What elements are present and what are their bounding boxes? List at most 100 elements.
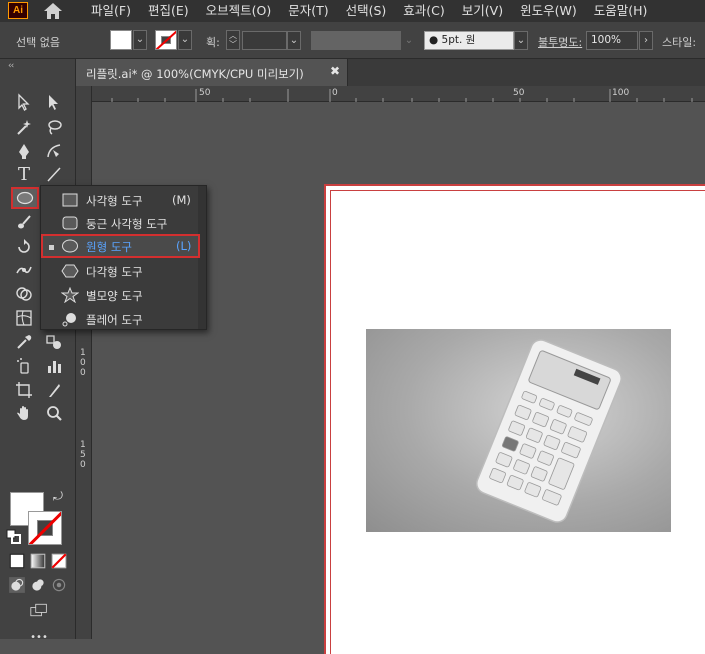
flyout-item-star[interactable]: 별모양 도구 [41,283,200,307]
direct-selection-tool-icon[interactable] [42,91,66,113]
eyedropper-icon[interactable] [12,331,36,353]
flyout-item-label: 사각형 도구 [86,194,143,208]
document-tab[interactable]: 리플릿.ai* @ 100%(CMYK/CPU 미리보기) ✖ [76,59,348,86]
vertical-ruler[interactable]: 5 0 1 0 0 1 5 0 [76,86,92,639]
opacity-field[interactable]: 100% [586,31,638,50]
line-tool-icon[interactable] [42,163,66,185]
app-logo: Ai [8,2,28,19]
symbol-sprayer-icon[interactable] [12,355,36,377]
menu-window[interactable]: 윈도우(W) [511,0,585,22]
lasso-icon[interactable] [42,116,66,138]
artboard-tool-icon[interactable] [12,379,36,401]
document-tab-title: 리플릿.ai* @ 100%(CMYK/CPU 미리보기) [86,67,304,81]
menu-file[interactable]: 파일(F) [82,0,139,22]
stroke-weight-dropdown[interactable]: ⌄ [287,31,301,50]
fill-dropdown[interactable]: ⌄ [133,30,147,50]
rounded-rectangle-icon [62,216,78,230]
horizontal-ruler[interactable]: 50 0 50 100 [92,86,705,102]
menu-help[interactable]: 도움말(H) [585,0,656,22]
draw-inside-icon[interactable] [50,576,68,594]
menu-view[interactable]: 보기(V) [453,0,511,22]
flyout-item-rectangle[interactable]: 사각형 도구 (M) [41,188,200,212]
default-colors-icon[interactable] [6,529,22,545]
flyout-item-polygon[interactable]: 다각형 도구 [41,259,200,283]
ellipse-tool-icon[interactable] [11,187,39,209]
type-tool-icon[interactable]: T [12,163,36,185]
swap-colors-icon[interactable]: ⤾ [50,488,66,504]
selection-tool-icon[interactable] [12,91,36,113]
draw-behind-icon[interactable] [29,576,47,594]
fill-swatch[interactable] [110,30,132,50]
blend-tool-icon[interactable] [42,331,66,353]
menu-bar: Ai 파일(F) 편집(E) 오브젝트(O) 문자(T) 선택(S) 효과(C)… [0,0,705,22]
profile-dropdown: ⌄ [402,31,416,50]
magic-wand-icon[interactable] [12,116,36,138]
stroke-weight-stepper[interactable]: ︿ ﹀ [226,30,240,50]
flyout-item-label: 둥근 사각형 도구 [86,217,168,231]
rotate-tool-icon[interactable] [12,236,36,258]
calculator-photo[interactable] [366,329,671,532]
color-mode-icon[interactable] [8,552,26,570]
vruler-label: 0 [80,368,86,378]
flyout-item-label: 플레어 도구 [86,313,143,327]
star-icon [61,287,79,303]
curvature-tool-icon[interactable] [42,140,66,162]
brush-label: 5pt. 원 [441,34,476,46]
menu-select[interactable]: 선택(S) [337,0,395,22]
mesh-tool-icon[interactable] [12,307,36,329]
stroke-dropdown[interactable]: ⌄ [178,30,192,50]
brush-dot-icon: ● [429,34,439,46]
menu-object[interactable]: 오브젝트(O) [197,0,280,22]
hruler-label: 100 [612,88,630,98]
flyout-item-shortcut: (M) [172,193,191,207]
variable-width-profile [311,31,401,50]
vruler-label: 1 [80,440,86,450]
menu-items: 파일(F) 편집(E) 오브젝트(O) 문자(T) 선택(S) 효과(C) 보기… [82,0,655,22]
vruler-label: 1 [80,348,86,358]
opacity-label[interactable]: 불투명도: [538,34,582,50]
home-icon[interactable] [42,1,64,21]
vruler-label: 5 [80,450,86,460]
opacity-arrow[interactable]: › [639,31,653,50]
flyout-item-shortcut: (L) [176,239,192,253]
screen-mode-icon[interactable] [26,600,52,620]
flyout-item-rounded-rectangle[interactable]: 둥근 사각형 도구 [41,211,200,235]
menu-effect[interactable]: 효과(C) [394,0,452,22]
current-tool-indicator [49,245,54,250]
tools-panel: ‹‹ T ⤾ ••• [0,59,76,643]
flyout-item-flare[interactable]: 플레어 도구 [41,307,200,331]
brush-dropdown[interactable]: ⌄ [514,31,528,50]
close-icon[interactable]: ✖ [330,64,340,78]
none-mode-icon[interactable] [50,552,68,570]
width-tool-icon[interactable] [12,259,36,281]
hand-tool-icon[interactable] [12,402,36,424]
stroke-swatch[interactable] [155,30,177,50]
menu-type[interactable]: 문자(T) [279,0,336,22]
gradient-mode-icon[interactable] [29,552,47,570]
shape-builder-icon[interactable] [12,283,36,305]
control-bar: 선택 없음 ⌄ ⌄ 획: ︿ ﹀ ⌄ ⌄ ● 5pt. 원 ⌄ 불투명도: 100… [0,22,705,59]
paintbrush-icon[interactable] [12,212,36,234]
column-graph-icon[interactable] [42,355,66,377]
draw-normal-icon[interactable] [8,576,26,594]
collapse-icon[interactable]: ‹‹ [8,61,14,71]
more-tools-icon[interactable]: ••• [27,630,51,644]
ellipse-icon [62,239,78,253]
vruler-label: 0 [80,358,86,368]
hruler-label: 50 [513,88,525,98]
style-label: 스타일: [662,36,697,49]
hruler-label: 50 [199,88,211,98]
flyout-item-ellipse[interactable]: 원형 도구 (L) [41,234,200,258]
flyout-item-label: 원형 도구 [86,240,132,254]
selection-status: 선택 없음 [16,36,60,49]
zoom-tool-icon[interactable] [42,402,66,424]
slice-tool-icon[interactable] [42,379,66,401]
stroke-weight-field[interactable] [242,31,287,50]
vruler-label: 0 [80,460,86,470]
menu-edit[interactable]: 편집(E) [139,0,197,22]
flyout-item-label: 다각형 도구 [86,265,143,279]
stroke-color-box[interactable] [28,511,62,545]
brush-definition[interactable]: ● 5pt. 원 [424,31,514,50]
pen-tool-icon[interactable] [12,140,36,162]
flare-icon [62,313,76,327]
